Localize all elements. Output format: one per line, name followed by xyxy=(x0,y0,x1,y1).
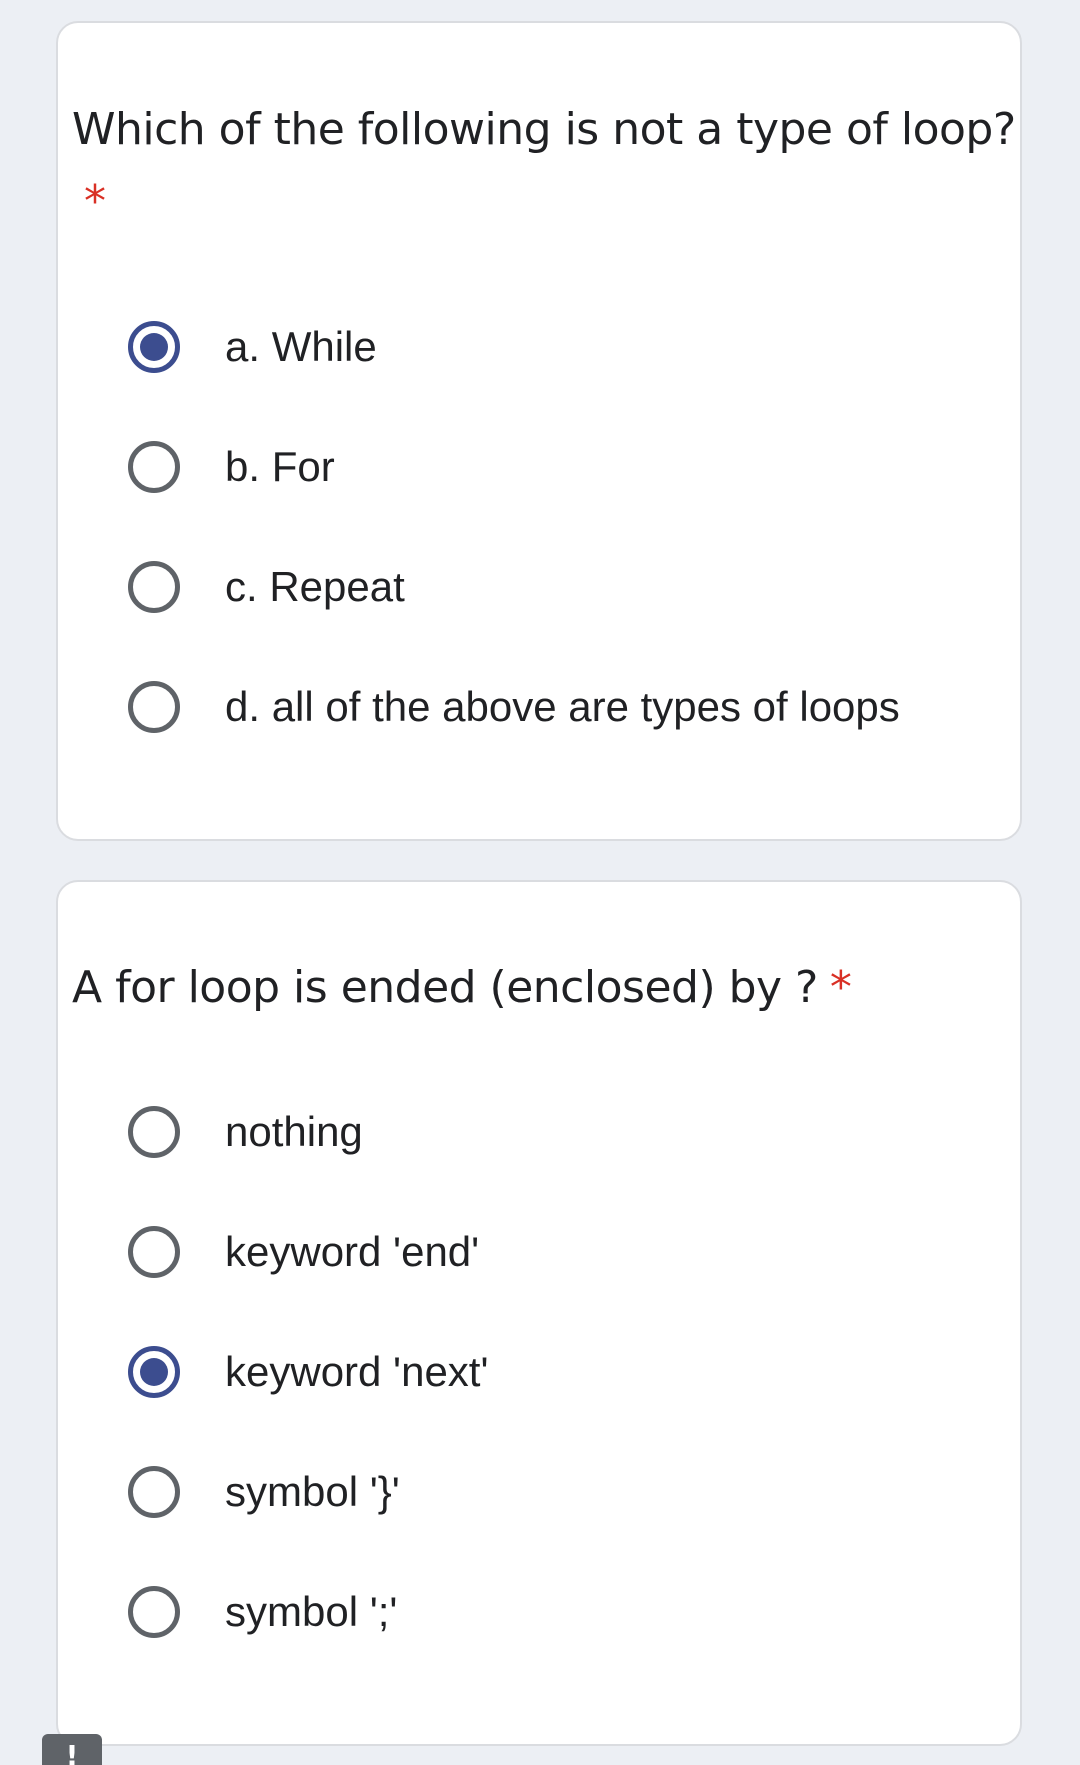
radio-button[interactable] xyxy=(128,1586,180,1638)
radio-option-keyword-next[interactable]: keyword 'next' xyxy=(128,1340,488,1404)
option-label: symbol ';' xyxy=(225,1588,398,1635)
exclamation-icon: ! xyxy=(65,1739,79,1765)
option-label: d. all of the above are types of loops xyxy=(225,683,900,730)
radio-option-repeat[interactable]: c. Repeat xyxy=(128,555,405,619)
radio-button[interactable] xyxy=(128,1226,180,1278)
required-asterisk: * xyxy=(84,176,106,227)
option-label: nothing xyxy=(225,1108,363,1155)
radio-option-symbol-brace[interactable]: symbol '}' xyxy=(128,1460,400,1524)
radio-option-symbol-semicolon[interactable]: symbol ';' xyxy=(128,1580,397,1644)
radio-button[interactable] xyxy=(128,441,180,493)
option-label: symbol '}' xyxy=(225,1468,400,1515)
radio-option-for[interactable]: b. For xyxy=(128,435,335,499)
radio-button[interactable] xyxy=(128,681,180,733)
option-label: b. For xyxy=(225,443,335,490)
radio-button-checked[interactable] xyxy=(128,321,180,373)
option-label: keyword 'next' xyxy=(225,1348,489,1395)
radio-button[interactable] xyxy=(128,1106,180,1158)
report-button[interactable]: ! xyxy=(42,1734,102,1765)
radio-option-while[interactable]: a. While xyxy=(128,315,377,379)
option-label: c. Repeat xyxy=(225,563,405,610)
radio-option-nothing[interactable]: nothing xyxy=(128,1100,363,1164)
required-asterisk: * xyxy=(829,962,852,1013)
radio-button[interactable] xyxy=(128,1466,180,1518)
radio-button[interactable] xyxy=(128,561,180,613)
radio-button-checked[interactable] xyxy=(128,1346,180,1398)
question-text: A for loop is ended (enclosed) by ? xyxy=(72,962,818,1013)
radio-option-keyword-end[interactable]: keyword 'end' xyxy=(128,1220,479,1284)
option-label: a. While xyxy=(225,323,377,370)
option-label: keyword 'end' xyxy=(225,1228,480,1275)
radio-option-all-of-above[interactable]: d. all of the above are types of loops xyxy=(128,675,900,739)
question-text: Which of the following is not a type of … xyxy=(72,104,1016,155)
question-title-1: Which of the following is not a type of … xyxy=(72,94,1030,238)
question-title-2: A for loop is ended (enclosed) by ? * xyxy=(72,952,1030,1024)
